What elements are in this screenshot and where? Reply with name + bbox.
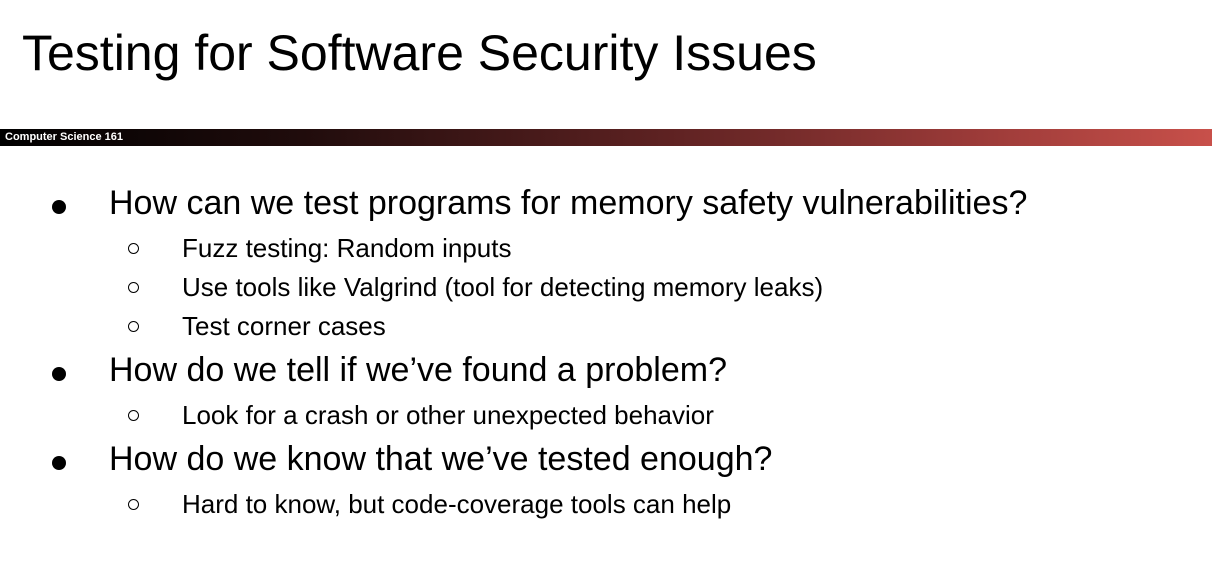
sub-bullet-text: Look for a crash or other unexpected beh… <box>182 400 714 430</box>
bullet-dot-icon <box>52 183 66 223</box>
bullet-dot-icon <box>52 439 66 479</box>
bullet-list: How can we test programs for memory safe… <box>0 0 1212 569</box>
sub-bullet-text: Use tools like Valgrind (tool for detect… <box>182 272 824 302</box>
sub-bullet-text: Test corner cases <box>182 311 386 341</box>
sub-bullet-ring-icon <box>128 271 139 303</box>
sub-bullet-ring-icon <box>128 310 139 342</box>
sub-bullet-ring-icon <box>128 232 139 264</box>
bullet-dot-icon <box>52 350 66 390</box>
bullet-text: How can we test programs for memory safe… <box>109 184 1028 222</box>
sub-bullet-text: Hard to know, but code-coverage tools ca… <box>182 489 732 519</box>
bullet-text: How do we know that we’ve tested enough? <box>109 440 773 478</box>
bullet-text: How do we tell if we’ve found a problem? <box>109 351 727 389</box>
sub-bullet-ring-icon <box>128 488 139 520</box>
sub-bullet-ring-icon <box>128 399 139 431</box>
sub-bullet-text: Fuzz testing: Random inputs <box>182 233 512 263</box>
